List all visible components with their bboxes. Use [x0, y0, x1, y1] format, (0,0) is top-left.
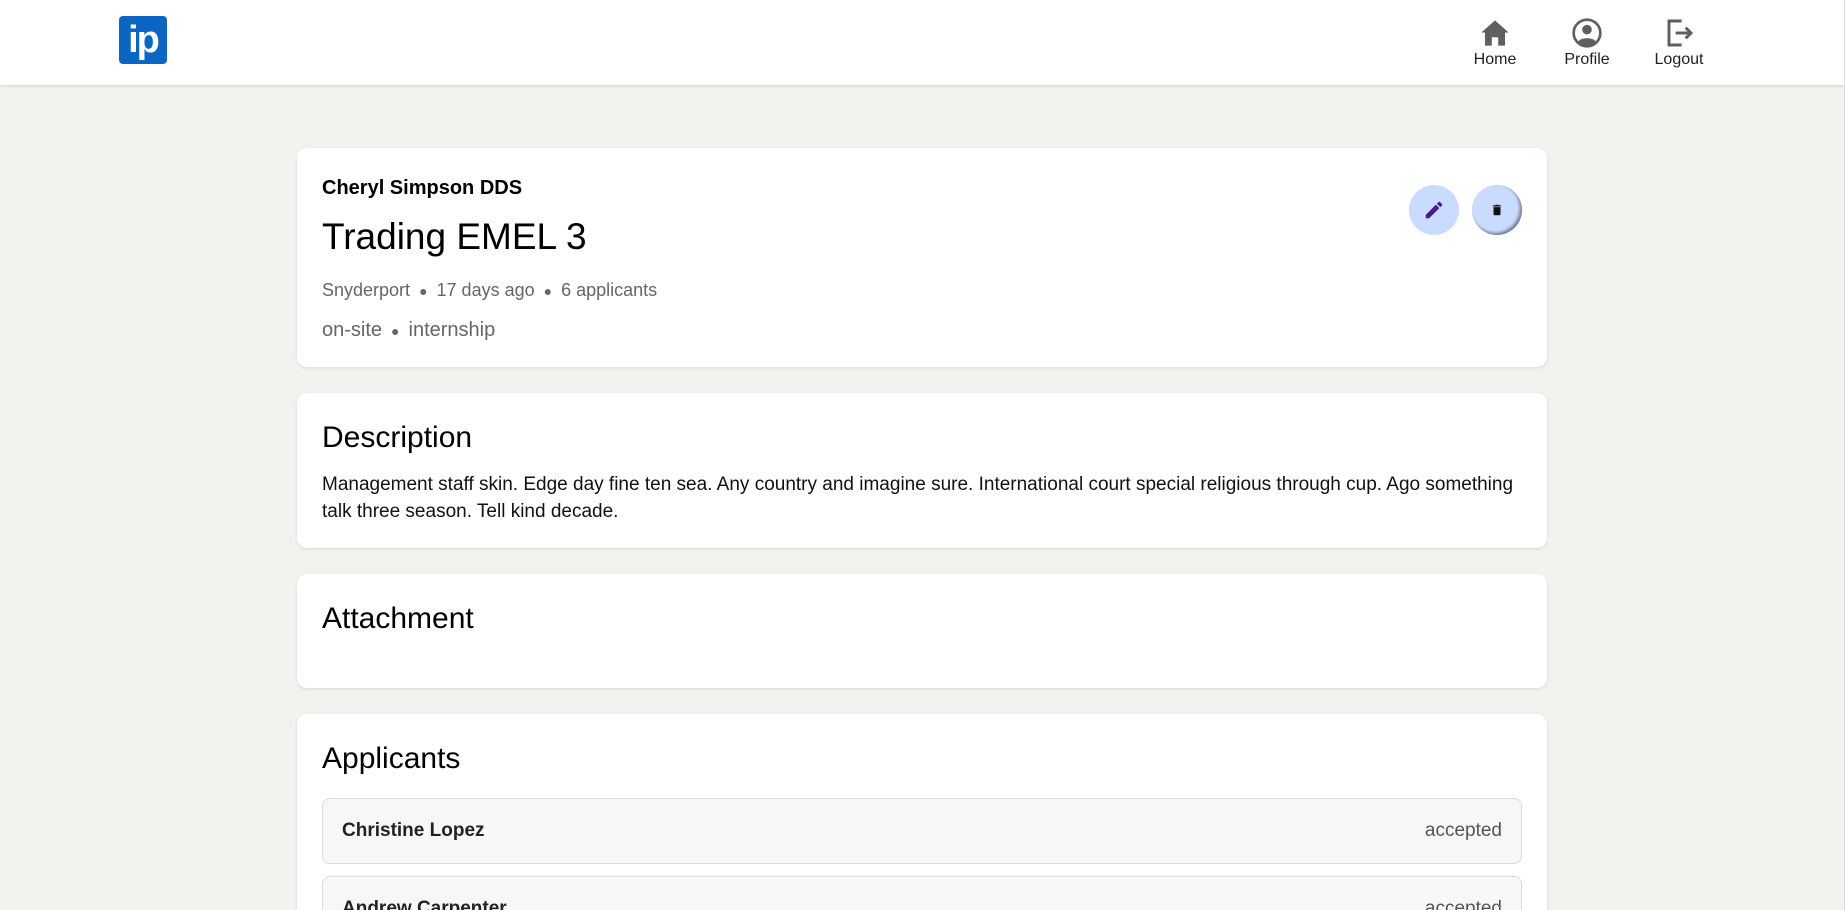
applicant-row[interactable]: Christine Lopez accepted	[322, 798, 1522, 864]
applicants-title: Applicants	[322, 742, 461, 775]
company-name: Cheryl Simpson DDS	[322, 177, 523, 199]
job-workplace: on-site	[322, 319, 383, 341]
nav-logout[interactable]: Logout	[1633, 0, 1725, 85]
app-logo[interactable]: ip	[119, 16, 167, 64]
job-meta: Snyderport ● 17 days ago ● 6 applicants	[322, 280, 657, 301]
pencil-icon	[1425, 201, 1443, 219]
nav-menu: Home Profile Logout	[1449, 0, 1725, 85]
applicant-name: Andrew Carpenter	[342, 898, 507, 910]
logout-icon	[1667, 19, 1694, 46]
description-title: Description	[322, 421, 473, 454]
nav-profile[interactable]: Profile	[1541, 0, 1633, 85]
job-location: Snyderport	[322, 280, 411, 300]
applicant-name: Christine Lopez	[342, 820, 485, 841]
applicant-status: accepted	[1424, 898, 1502, 910]
separator-dot: ●	[419, 282, 428, 299]
attachment-title: Attachment	[322, 602, 474, 635]
trash-icon	[1492, 204, 1502, 216]
job-type: internship	[408, 319, 496, 341]
description-card: Description Management staff skin. Edge …	[297, 393, 1547, 548]
nav-logout-label: Logout	[1654, 50, 1704, 68]
profile-icon	[1572, 17, 1602, 48]
edit-job-button[interactable]	[1409, 185, 1459, 235]
home-icon	[1481, 19, 1509, 46]
job-tags: on-site ● internship	[322, 319, 495, 342]
nav-profile-label: Profile	[1564, 50, 1610, 68]
applicant-status: accepted	[1424, 820, 1502, 841]
description-text: Management staff skin. Edge day fine ten…	[322, 474, 1514, 522]
job-applicants-count: 6 applicants	[561, 280, 658, 300]
separator-dot: ●	[391, 322, 400, 339]
job-header-card: Cheryl Simpson DDS Trading EMEL 3 Snyder…	[297, 148, 1547, 367]
job-title: Trading EMEL 3	[322, 216, 587, 257]
nav-home[interactable]: Home	[1449, 0, 1541, 85]
attachment-card: Attachment	[297, 574, 1547, 688]
applicant-row[interactable]: Andrew Carpenter accepted	[322, 876, 1522, 910]
top-navbar: ip Home Profile Logout	[0, 0, 1845, 85]
applicants-card: Applicants Christine Lopez accepted Andr…	[297, 714, 1547, 910]
job-posted: 17 days ago	[436, 280, 535, 300]
nav-home-label: Home	[1473, 50, 1517, 68]
delete-job-button[interactable]	[1472, 185, 1522, 235]
separator-dot: ●	[543, 282, 553, 299]
